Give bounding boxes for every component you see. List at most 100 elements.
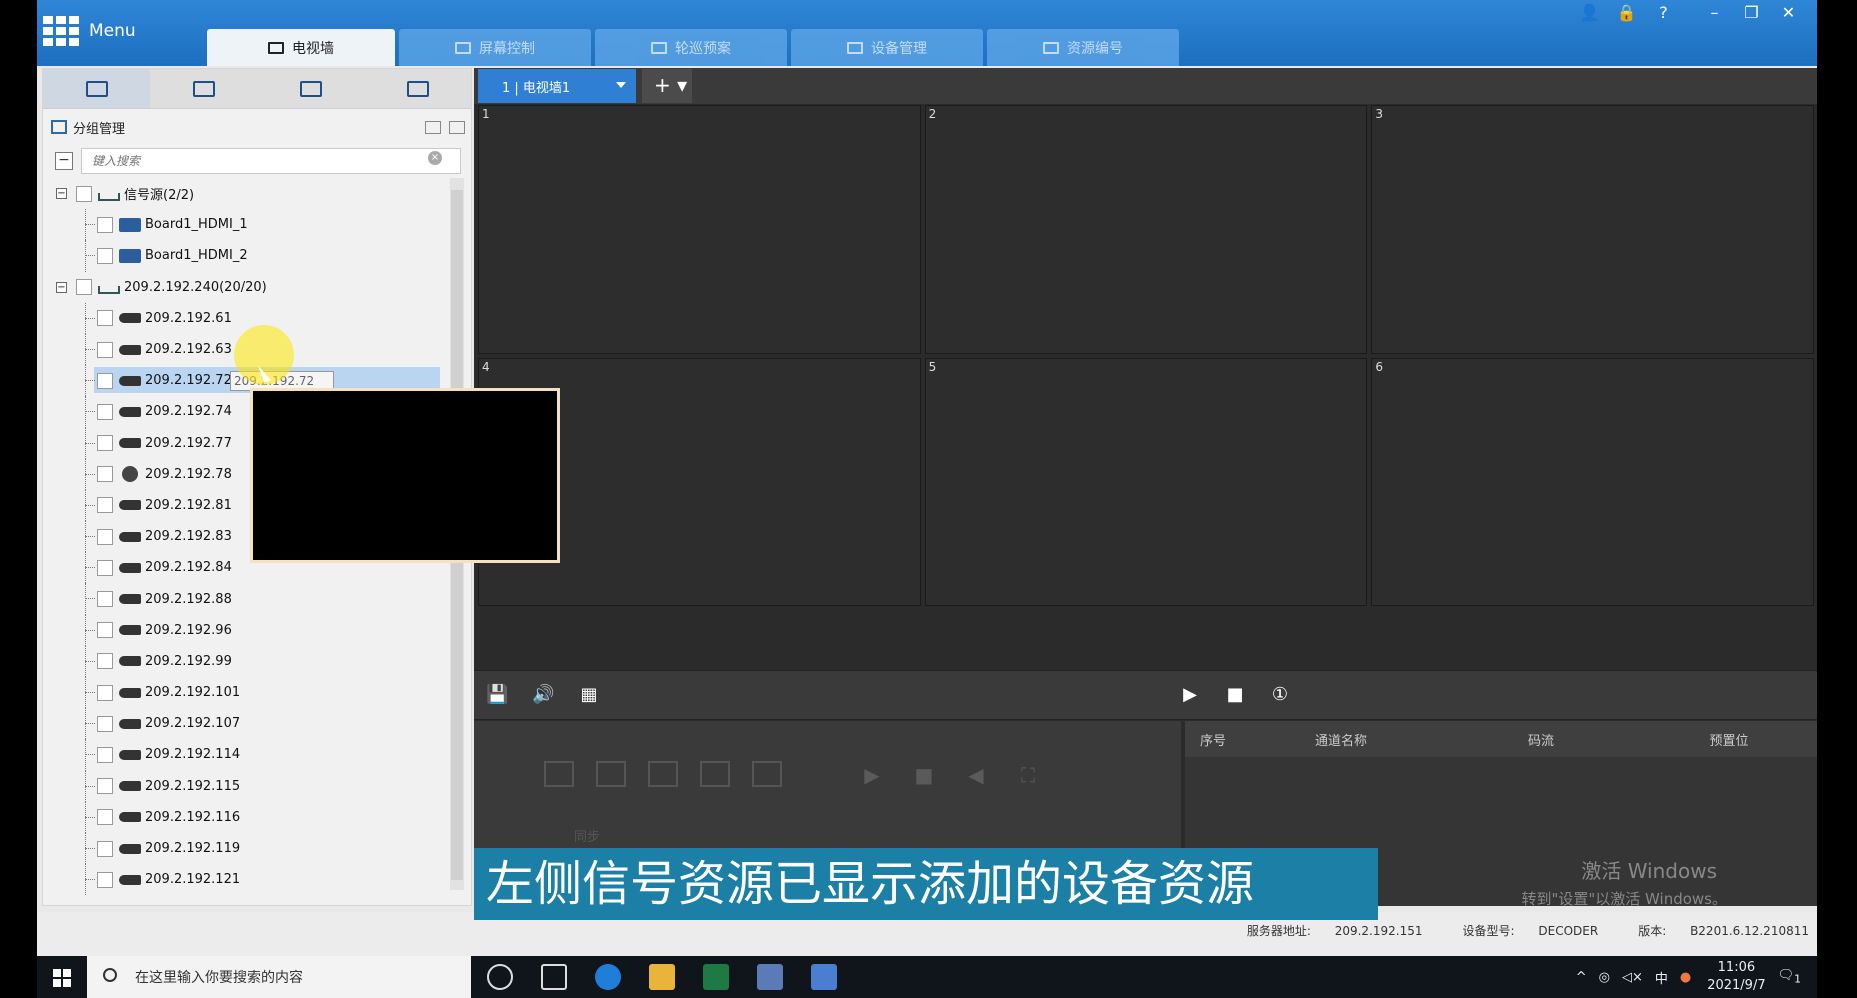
tab-screen-control[interactable]: 屏幕控制 — [399, 29, 591, 66]
fullscreen-icon[interactable]: ⛶ — [1014, 761, 1042, 789]
tree-checkbox[interactable] — [97, 871, 113, 888]
tree-group-node[interactable]: − 信号源(2/2) — [42, 178, 440, 209]
tree-checkbox[interactable] — [97, 715, 113, 732]
tree-item[interactable]: 209.2.192.116 — [42, 801, 440, 833]
tree-checkbox[interactable] — [97, 622, 113, 639]
tree-checkbox[interactable] — [97, 310, 113, 327]
restore-icon[interactable]: ❐ — [1733, 2, 1770, 24]
tree-item[interactable]: 209.2.192.96 — [42, 614, 440, 646]
tree-checkbox[interactable] — [97, 435, 113, 452]
add-wall-button[interactable]: + ▾ — [642, 69, 692, 103]
screen-cell[interactable]: 5 — [924, 357, 1368, 606]
layout-16-icon[interactable] — [700, 761, 730, 787]
tab-view-resources[interactable] — [150, 69, 257, 108]
tree-checkbox[interactable] — [76, 279, 92, 296]
save-icon[interactable]: 💾 — [486, 684, 508, 706]
collapse-panel-icon[interactable] — [449, 120, 465, 134]
tree-item[interactable]: 209.2.192.115 — [42, 770, 440, 802]
help-icon[interactable]: ? — [1645, 2, 1682, 24]
layout-9-icon[interactable] — [648, 761, 678, 787]
play-icon[interactable]: ▶ — [1179, 684, 1201, 706]
tree-item[interactable]: 209.2.192.99 — [42, 645, 440, 677]
cortana-icon[interactable] — [487, 964, 513, 990]
tree-checkbox[interactable] — [97, 746, 113, 763]
tab-resource-numbering[interactable]: 资源编号 — [987, 29, 1179, 66]
minimize-icon[interactable]: – — [1696, 2, 1733, 24]
tree-checkbox[interactable] — [97, 341, 113, 358]
play-icon[interactable]: ▶ — [858, 761, 886, 789]
col-index[interactable]: 序号 — [1185, 730, 1241, 749]
tree-checkbox[interactable] — [97, 591, 113, 608]
tab-plan-resources[interactable] — [364, 69, 471, 108]
tab-device-management[interactable]: 设备管理 — [791, 29, 983, 66]
tree-group-node[interactable]: − 209.2.192.240(20/20) — [42, 272, 440, 303]
refresh-icon[interactable] — [425, 120, 441, 134]
close-icon[interactable]: ✕ — [1770, 2, 1807, 24]
col-channel-name[interactable]: 通道名称 — [1241, 730, 1441, 749]
tree-checkbox[interactable] — [76, 185, 92, 202]
ime-indicator[interactable]: 中 — [1655, 968, 1668, 987]
tab-screen-resources[interactable] — [257, 69, 364, 108]
stop-icon[interactable]: ■ — [910, 761, 938, 789]
tree-checkbox[interactable] — [97, 403, 113, 420]
excel-icon[interactable] — [703, 964, 729, 990]
single-screen-icon[interactable]: ① — [1269, 684, 1291, 706]
lock-icon[interactable]: 🔒 — [1608, 2, 1645, 24]
tv-wall-select[interactable]: 1 | 电视墙1 — [478, 69, 636, 103]
tree-item[interactable]: 209.2.192.61 — [42, 302, 440, 334]
tree-item[interactable]: 209.2.192.107 — [42, 708, 440, 740]
tree-checkbox[interactable] — [97, 653, 113, 670]
menu-button[interactable]: Menu — [43, 16, 136, 46]
tree-item[interactable]: 209.2.192.88 — [42, 583, 440, 615]
sync-button[interactable]: 同步 — [574, 826, 600, 845]
tree-checkbox[interactable] — [97, 528, 113, 545]
task-view-icon[interactable] — [541, 964, 567, 990]
tab-camera-resources[interactable] — [43, 69, 150, 108]
tree-item[interactable]: 209.2.192.119 — [42, 832, 440, 865]
volume-icon[interactable]: ◁× — [1622, 970, 1643, 985]
screen-cell[interactable]: 2 — [924, 105, 1368, 354]
layout-1-icon[interactable] — [544, 761, 574, 787]
tree-checkbox[interactable] — [97, 778, 113, 795]
screen-cell[interactable]: 6 — [1371, 357, 1814, 606]
col-stream[interactable]: 码流 — [1441, 730, 1641, 749]
collapse-all-button[interactable]: − — [55, 152, 73, 170]
search-input[interactable] — [81, 148, 461, 174]
collapse-node-icon[interactable]: − — [56, 281, 67, 293]
tree-item[interactable]: 209.2.192.121 — [42, 864, 440, 896]
layout-4-icon[interactable] — [596, 761, 626, 787]
tree-item[interactable]: 209.2.192.114 — [42, 739, 440, 771]
stop-icon[interactable]: ■ — [1224, 684, 1246, 706]
tree-checkbox[interactable] — [97, 840, 113, 857]
layout-custom-icon[interactable] — [752, 761, 782, 787]
tree-item[interactable]: Board1_HDMI_2 — [42, 240, 440, 272]
chevron-up-icon[interactable]: ^ — [1576, 970, 1587, 985]
tree-checkbox[interactable] — [97, 466, 113, 483]
audio-icon[interactable]: ◀ — [962, 761, 990, 789]
tab-tv-wall[interactable]: 电视墙 — [207, 29, 395, 66]
tree-checkbox[interactable] — [97, 216, 113, 233]
tree-checkbox[interactable] — [97, 372, 113, 389]
windows-start-icon[interactable] — [53, 969, 71, 987]
tree-checkbox[interactable] — [97, 497, 113, 514]
tree-checkbox[interactable] — [97, 809, 113, 826]
client-app-icon[interactable] — [811, 964, 837, 990]
clock[interactable]: 11:06 2021/9/7 — [1707, 959, 1765, 995]
tree-item[interactable]: 209.2.192.101 — [42, 677, 440, 709]
audio-settings-icon[interactable]: 🔊 — [532, 684, 554, 706]
collapse-node-icon[interactable]: − — [56, 188, 67, 200]
network-icon[interactable]: ◎ — [1599, 970, 1610, 985]
security-icon[interactable]: ● — [1680, 970, 1691, 985]
screen-cell[interactable]: 1 — [478, 105, 921, 354]
user-icon[interactable]: 👤 — [1571, 2, 1608, 24]
col-preset[interactable]: 预置位 — [1641, 730, 1817, 749]
notification-icon[interactable]: 🗨1 — [1778, 968, 1801, 986]
screen-cell[interactable]: 3 — [1371, 105, 1814, 354]
tree-item[interactable]: Board1_HDMI_1 — [42, 209, 440, 241]
tree-checkbox[interactable] — [97, 559, 113, 576]
file-explorer-icon[interactable] — [649, 964, 675, 990]
edge-icon[interactable] — [595, 964, 621, 990]
layout-icon[interactable]: ▦ — [578, 684, 600, 706]
taskbar-search[interactable]: 在这里输入你要搜索的内容 — [87, 956, 471, 998]
tree-checkbox[interactable] — [97, 684, 113, 701]
